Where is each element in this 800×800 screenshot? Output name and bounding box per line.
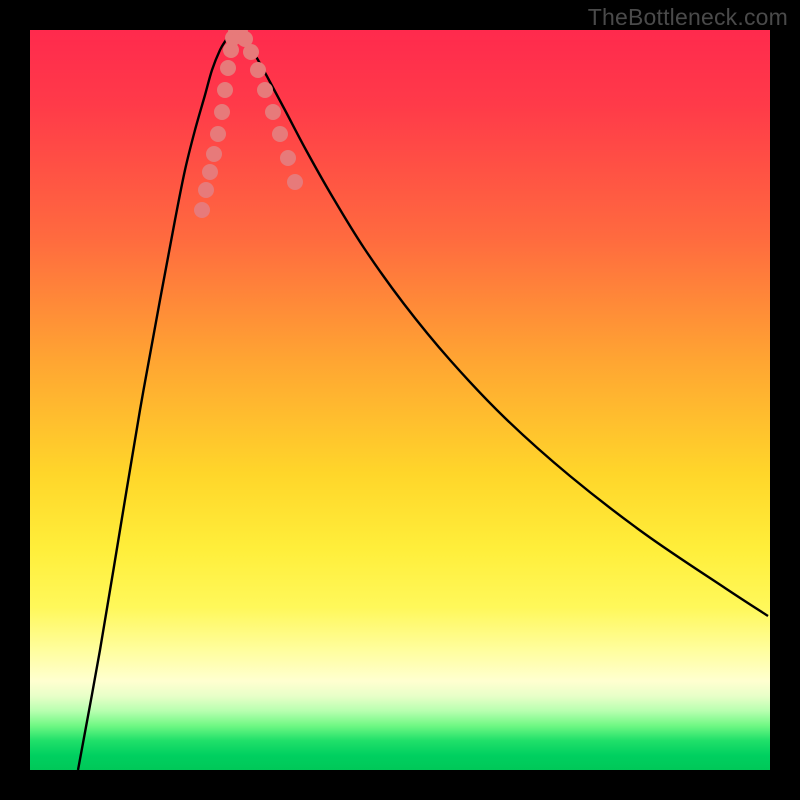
data-point-marker bbox=[265, 104, 281, 120]
data-point-marker bbox=[217, 82, 233, 98]
left-branch-curve bbox=[78, 30, 235, 770]
data-point-marker bbox=[202, 164, 218, 180]
data-point-marker bbox=[280, 150, 296, 166]
data-point-marker bbox=[220, 60, 236, 76]
data-point-marker bbox=[214, 104, 230, 120]
data-point-marker bbox=[198, 182, 214, 198]
data-point-marker bbox=[243, 44, 259, 60]
data-point-markers bbox=[194, 30, 303, 218]
data-point-marker bbox=[210, 126, 226, 142]
data-point-marker bbox=[194, 202, 210, 218]
right-branch-curve bbox=[235, 30, 768, 616]
data-point-marker bbox=[257, 82, 273, 98]
watermark-text: TheBottleneck.com bbox=[588, 4, 788, 31]
data-point-marker bbox=[250, 62, 266, 78]
data-point-marker bbox=[272, 126, 288, 142]
data-point-marker bbox=[287, 174, 303, 190]
chart-frame bbox=[30, 30, 770, 770]
bottleneck-curve-svg bbox=[30, 30, 770, 770]
data-point-marker bbox=[206, 146, 222, 162]
